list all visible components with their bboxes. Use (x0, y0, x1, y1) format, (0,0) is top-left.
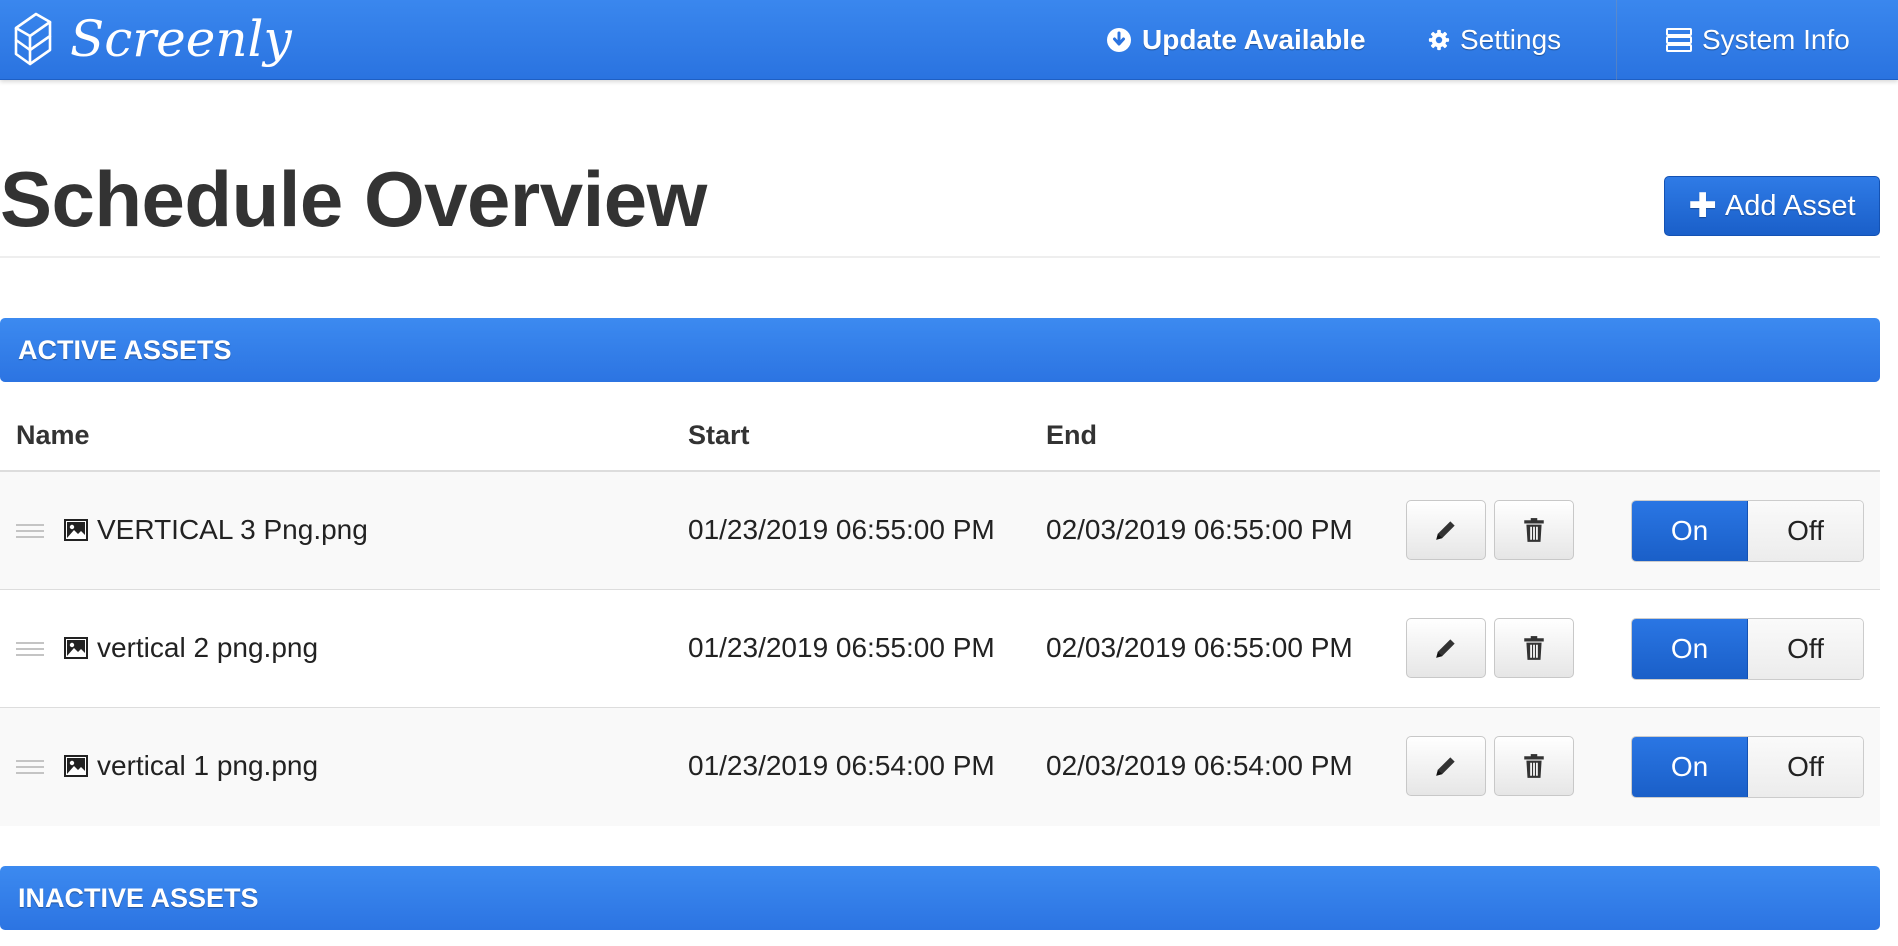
toggle-off-button[interactable]: Off (1748, 737, 1863, 797)
table-header: Name Start End (0, 382, 1880, 472)
delete-asset-button[interactable] (1494, 500, 1574, 560)
inactive-assets-header: INACTIVE ASSETS (0, 866, 1880, 930)
image-icon (64, 755, 88, 777)
toggle-off-button[interactable]: Off (1748, 501, 1863, 561)
table-row: VERTICAL 3 Png.png 01/23/2019 06:55:00 P… (0, 472, 1880, 590)
add-asset-button[interactable]: ✚ Add Asset (1664, 176, 1880, 236)
asset-start: 01/23/2019 06:55:00 PM (688, 514, 995, 545)
table-row: vertical 1 png.png 01/23/2019 06:54:00 P… (0, 708, 1880, 826)
pencil-icon (1436, 521, 1455, 540)
add-asset-label: Add Asset (1724, 189, 1856, 222)
update-available-label: Update Available (1142, 24, 1366, 55)
asset-toggle: On Off (1631, 736, 1864, 798)
trash-icon (1524, 754, 1544, 778)
update-available-link[interactable]: Update Available (1106, 0, 1366, 80)
asset-name: vertical 1 png.png (97, 750, 319, 781)
asset-start: 01/23/2019 06:55:00 PM (688, 632, 995, 663)
system-info-label: System Info (1702, 24, 1850, 55)
column-header-end: End (1046, 420, 1097, 450)
asset-start: 01/23/2019 06:54:00 PM (688, 750, 995, 781)
header-divider (0, 256, 1880, 258)
brand[interactable]: Screenly (10, 4, 292, 74)
pencil-icon (1436, 757, 1455, 776)
edit-asset-button[interactable] (1406, 736, 1486, 796)
brand-name: Screenly (70, 10, 292, 68)
toggle-on-button[interactable]: On (1632, 619, 1748, 679)
column-header-start: Start (688, 420, 750, 450)
drag-handle-icon[interactable] (16, 642, 44, 660)
active-assets-title: ACTIVE ASSETS (18, 334, 232, 365)
asset-toggle: On Off (1631, 500, 1864, 562)
download-circle-icon (1106, 27, 1132, 53)
asset-name: VERTICAL 3 Png.png (97, 514, 368, 545)
toggle-off-button[interactable]: Off (1748, 619, 1863, 679)
toggle-on-button[interactable]: On (1632, 501, 1748, 561)
column-header-name: Name (16, 420, 90, 450)
screenly-logo-icon (14, 12, 52, 66)
settings-link[interactable]: Settings (1428, 0, 1561, 80)
asset-name: vertical 2 png.png (97, 632, 319, 663)
trash-icon (1524, 518, 1544, 542)
drag-handle-icon[interactable] (16, 524, 44, 542)
delete-asset-button[interactable] (1494, 618, 1574, 678)
asset-toggle: On Off (1631, 618, 1864, 680)
pencil-icon (1436, 639, 1455, 658)
active-assets-table: Name Start End VERTICAL 3 Png.png 01/23/… (0, 382, 1880, 826)
table-row: vertical 2 png.png 01/23/2019 06:55:00 P… (0, 590, 1880, 708)
asset-end: 02/03/2019 06:55:00 PM (1046, 514, 1353, 545)
asset-end: 02/03/2019 06:55:00 PM (1046, 632, 1353, 663)
system-info-link[interactable]: System Info (1666, 0, 1850, 80)
active-assets-header: ACTIVE ASSETS (0, 318, 1880, 382)
edit-asset-button[interactable] (1406, 618, 1486, 678)
server-stack-icon (1666, 28, 1692, 52)
image-icon (64, 519, 88, 541)
page-title: Schedule Overview (0, 155, 707, 243)
inactive-assets-title: INACTIVE ASSETS (18, 882, 259, 913)
trash-icon (1524, 636, 1544, 660)
asset-end: 02/03/2019 06:54:00 PM (1046, 750, 1353, 781)
settings-label: Settings (1460, 24, 1562, 55)
delete-asset-button[interactable] (1494, 736, 1574, 796)
nav-divider (1616, 0, 1617, 80)
plus-icon: ✚ (1688, 187, 1717, 225)
toggle-on-button[interactable]: On (1632, 737, 1748, 797)
drag-handle-icon[interactable] (16, 760, 44, 778)
gear-icon (1428, 29, 1450, 51)
navbar: Screenly Update Available Settings Syste… (0, 0, 1898, 80)
image-icon (64, 637, 88, 659)
edit-asset-button[interactable] (1406, 500, 1486, 560)
